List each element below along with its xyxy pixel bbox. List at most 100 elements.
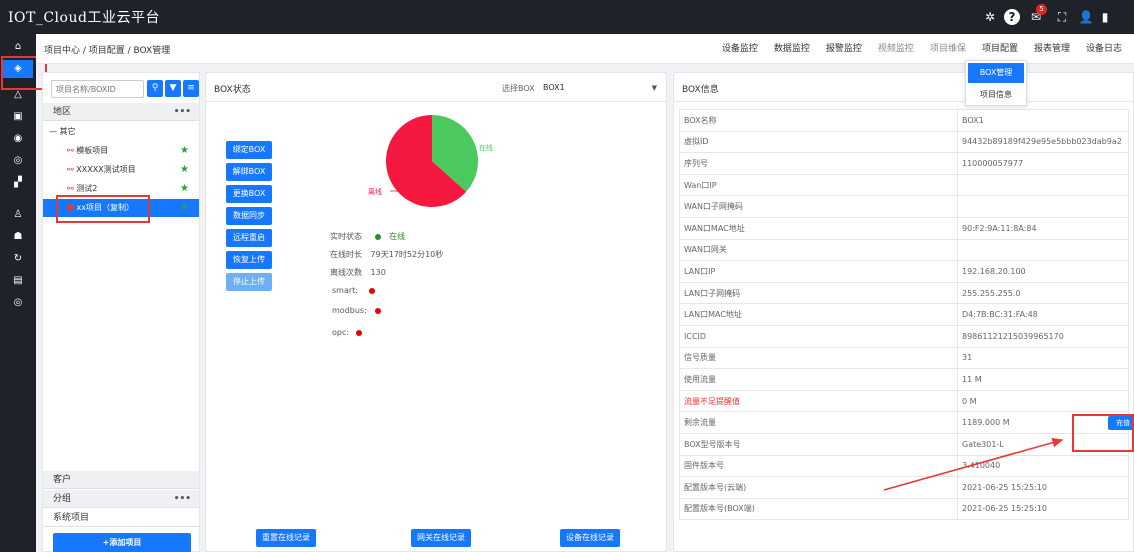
status-dot-icon [368,287,375,294]
nav-data-monitor[interactable]: 数据监控 [766,34,818,64]
dropdown-item-box-manage[interactable]: BOX管理 [968,63,1024,83]
tree-item[interactable]: ⚯ XXXXX测试项目 ★ [43,161,199,179]
info-key: 信号质量 [679,346,958,370]
user-icon[interactable]: ♙ [8,206,28,224]
stop-upload-button[interactable]: 停止上传 [226,273,272,291]
people-icon[interactable]: ☗ [8,228,28,246]
info-key: WAN口MAC地址 [679,216,958,240]
offline-count-label: 离线次数 [330,268,362,277]
info-value-text: 192.168.20.100 [962,266,1026,276]
tree-item[interactable]: ⚯ 模板项目 ★ [43,142,199,160]
filter-icon[interactable]: ▼ [165,80,181,97]
tree-item-label: 测试2 [76,184,98,193]
tree-root[interactable]: — 其它 [43,123,199,141]
info-value: BOX1 [957,109,1129,132]
nav-report[interactable]: 报表管理 [1026,34,1078,64]
device-online-record-button[interactable]: 设备在线记录 [560,529,620,547]
box-icon[interactable]: ◈ [3,60,33,78]
replace-box-button[interactable]: 更换BOX [226,185,272,203]
more-icon[interactable]: ••• [174,490,191,508]
info-value-text: D4:7B:BC:31:FA:48 [962,310,1038,320]
recharge-button[interactable]: 充值 [1108,416,1134,431]
info-row: 信号质量 31 [679,346,1129,370]
protocol-label: smart: [332,286,358,295]
link-broken-icon: ⚯ [67,165,74,174]
fullscreen-icon[interactable]: ⛶ [1054,9,1070,25]
offline-count: 离线次数 130 [330,267,386,278]
star-icon[interactable]: ★ [180,180,189,198]
info-row: BOX名称 BOX1 [679,109,1129,132]
info-value-text: 90:F2:9A:11:8A:84 [962,223,1037,233]
gateway-online-record-button[interactable]: 网关在线记录 [411,529,471,547]
protocol-smart: smart: [332,286,381,295]
info-value-text: 2021-06-25 15:25:10 [962,504,1047,514]
info-key: ICCID [679,324,958,348]
help-icon[interactable]: ? [1004,9,1020,25]
section-system[interactable]: 系统项目 [43,509,199,527]
info-key: LAN口IP [679,260,958,283]
section-region[interactable]: 地区 ••• [43,103,199,121]
reset-online-record-button[interactable]: 重置在线记录 [256,529,316,547]
nav-device-log[interactable]: 设备日志 [1078,34,1130,64]
star-icon[interactable]: ★ [180,199,189,217]
online-pie-chart: 在线 离线 [368,115,493,207]
offline-count-value: 130 [370,268,386,277]
search-icon[interactable]: ⚲ [147,80,163,97]
home-icon[interactable]: ⌂ [8,38,28,56]
online-duration-label: 在线时长 [330,250,362,259]
info-value-text: 94432b89189f429e95e5bbb023dab9a2 [962,137,1122,147]
data-sync-button[interactable]: 数据同步 [226,207,272,225]
menu-icon[interactable]: ≡ [183,80,199,97]
search-input[interactable] [51,80,144,98]
more-icon[interactable]: ▮ [1100,9,1110,25]
section-group[interactable]: 分组 ••• [43,490,199,508]
device-icon[interactable]: ▣ [8,108,28,126]
star-icon[interactable]: ★ [180,161,189,179]
layers-icon[interactable]: ◎ [8,152,28,170]
bind-box-button[interactable]: 绑定BOX [226,141,272,159]
info-row: 固件版本号 3.410040 [679,454,1129,478]
info-key: BOX名称 [679,109,958,132]
info-row: 配置版本号(BOX端) 2021-06-25 15:25:10 [679,497,1129,521]
info-value-text: 255.255.255.0 [962,288,1021,298]
info-row: WAN口网关 [679,238,1129,262]
add-project-button[interactable]: +添加项目 [53,533,191,552]
info-value-text: 110000057977 [962,158,1024,168]
info-value: 3.410040 [957,454,1129,478]
alarm-icon[interactable]: △ [8,86,28,104]
info-key: Wan口IP [679,173,958,197]
protocol-modbus: modbus: [332,306,387,315]
box-info-panel: BOX信息 BOX名称 BOX1 虚拟ID 94432b89189f429e95e5b… [673,72,1134,552]
nav-video-monitor[interactable]: 视频监控 [870,34,922,64]
more-icon[interactable]: ••• [174,103,191,121]
info-value-text: 0 M [962,396,977,406]
settings-icon[interactable]: ✲ [982,9,998,25]
list-icon[interactable]: ▤ [8,272,28,290]
user-icon[interactable]: 👤 [1078,9,1094,25]
link-broken-icon: ⚯ [67,184,74,193]
monitor-icon[interactable]: ◉ [8,130,28,148]
section-customer[interactable]: 客户 [43,471,199,489]
info-value-text: BOX1 [962,115,984,125]
box-status-panel: BOX状态 选择BOX BOX1 ▼ 在线 离线 绑定BOX 解绑BOX 更换B… [205,72,667,552]
notification-badge: 5 [1036,4,1047,15]
info-value: 255.255.255.0 [957,281,1129,305]
info-key: LAN口子网掩码 [679,281,958,305]
info-row: WAN口子网掩码 [679,195,1129,218]
nav-device-monitor[interactable]: 设备监控 [714,34,766,64]
info-value [957,173,1129,197]
stack-icon[interactable]: ◎ [8,294,28,312]
unbind-box-button[interactable]: 解绑BOX [226,163,272,181]
star-icon[interactable]: ★ [180,142,189,160]
report-icon[interactable]: ▞ [8,174,28,192]
dropdown-item-project-info[interactable]: 项目信息 [968,85,1024,105]
refresh-icon[interactable]: ↻ [8,250,28,268]
nav-alarm-monitor[interactable]: 报警监控 [818,34,870,64]
box-select[interactable]: BOX1 ▼ [539,79,663,97]
remote-restart-button[interactable]: 远程重启 [226,229,272,247]
resume-upload-button[interactable]: 恢复上传 [226,251,272,269]
tree-item[interactable]: ⚯ 测试2 ★ [43,180,199,198]
info-value: 1189.000 M 充值 [957,411,1134,434]
tree-item-selected[interactable]: xx项目（复制） ★ [43,199,199,217]
status-dot-icon [67,204,74,211]
